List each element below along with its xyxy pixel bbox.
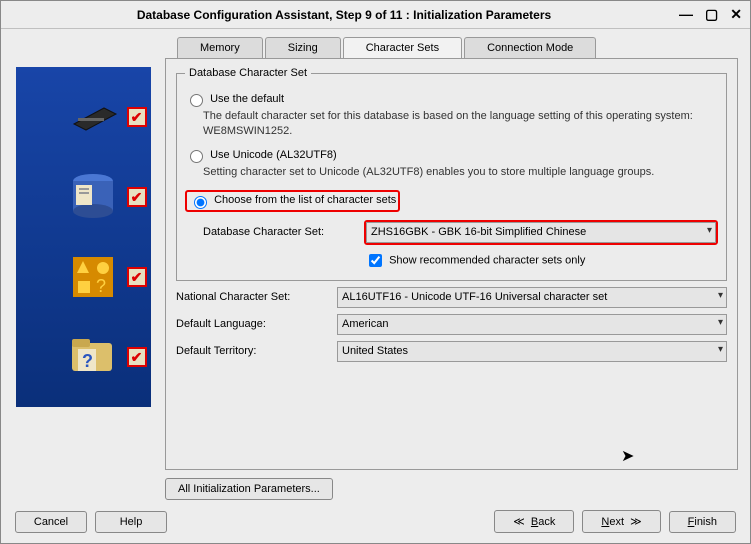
window-title: Database Configuration Assistant, Step 9…: [9, 8, 679, 22]
step-check-icon: ✔: [127, 107, 147, 127]
next-button[interactable]: Next ≫: [582, 510, 660, 533]
all-params-button[interactable]: All Initialization Parameters...: [165, 478, 333, 500]
tab-character-sets[interactable]: Character Sets: [343, 37, 462, 58]
step-check-icon: ✔: [127, 267, 147, 287]
tab-connection-mode[interactable]: Connection Mode: [464, 37, 596, 58]
recommended-checkbox-label[interactable]: Show recommended character sets only: [365, 251, 585, 270]
cancel-button[interactable]: Cancel: [15, 511, 87, 533]
desc-unicode: Setting character set to Unicode (AL32UT…: [203, 165, 718, 180]
radio-unicode[interactable]: [190, 150, 203, 163]
shapes-icon: ?: [66, 255, 121, 300]
help-button[interactable]: Help: [95, 511, 167, 533]
default-language-select[interactable]: [337, 314, 727, 335]
default-territory-value[interactable]: [337, 341, 727, 362]
radio-choose[interactable]: [194, 196, 207, 209]
step-check-icon: ✔: [127, 347, 147, 367]
db-charset-fieldset: Database Character Set Use the default T…: [176, 67, 727, 281]
national-charset-select[interactable]: [337, 287, 727, 308]
recommended-checkbox[interactable]: [369, 254, 382, 267]
db-charset-value[interactable]: [366, 222, 716, 243]
chip-icon: [66, 95, 121, 140]
svg-text:?: ?: [96, 276, 106, 296]
db-charset-legend: Database Character Set: [185, 67, 311, 79]
tab-sizing[interactable]: Sizing: [265, 37, 341, 58]
finish-button[interactable]: Finish: [669, 511, 736, 533]
svg-text:?: ?: [82, 351, 93, 371]
maximize-icon[interactable]: ▢: [705, 6, 718, 23]
national-charset-label: National Character Set:: [176, 291, 331, 303]
step-check-icon: ✔: [127, 187, 147, 207]
db-charset-label: Database Character Set:: [203, 226, 358, 238]
default-territory-select[interactable]: [337, 341, 727, 362]
national-charset-value[interactable]: [337, 287, 727, 308]
back-button[interactable]: ≪ Back: [494, 510, 574, 533]
charset-panel: Database Character Set Use the default T…: [165, 58, 738, 470]
database-icon: [66, 175, 121, 220]
radio-default[interactable]: [190, 94, 203, 107]
db-charset-select[interactable]: [364, 220, 718, 245]
tab-bar: Memory Sizing Character Sets Connection …: [177, 37, 738, 58]
wizard-footer: Cancel Help ≪ Back Next ≫ Finish: [1, 504, 750, 543]
opt-default-label[interactable]: Use the default: [185, 93, 284, 105]
folder-icon: ?: [66, 335, 121, 380]
opt-unicode-label[interactable]: Use Unicode (AL32UTF8): [185, 149, 337, 161]
tab-memory[interactable]: Memory: [177, 37, 263, 58]
minimize-icon[interactable]: —: [679, 6, 693, 23]
wizard-sidebar: ✔ ✔ ? ✔ ? ✔: [13, 37, 153, 500]
titlebar: Database Configuration Assistant, Step 9…: [1, 1, 750, 29]
close-icon[interactable]: ✕: [730, 6, 742, 23]
desc-default: The default character set for this datab…: [203, 109, 718, 139]
default-language-label: Default Language:: [176, 318, 331, 330]
default-territory-label: Default Territory:: [176, 345, 331, 357]
window-controls: — ▢ ✕: [679, 6, 742, 23]
opt-choose-label[interactable]: Choose from the list of character sets: [189, 194, 396, 206]
default-language-value[interactable]: [337, 314, 727, 335]
